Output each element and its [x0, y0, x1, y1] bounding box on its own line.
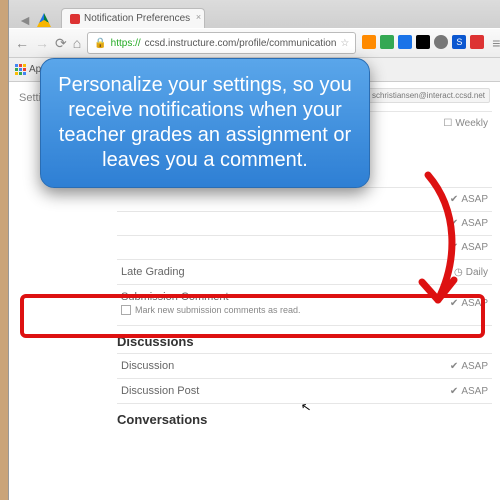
tab-strip: ◄ Notification Preferences ×	[9, 0, 500, 28]
check-icon: ✔	[450, 361, 458, 372]
frequency-label: Daily	[466, 267, 488, 278]
apps-icon	[15, 64, 26, 75]
notification-row-submission-comment: Submission Comment Mark new submission c…	[117, 284, 492, 325]
ext-icon[interactable]	[434, 35, 448, 49]
notification-row-discussion: Discussion ✔ASAP	[117, 353, 492, 378]
frequency-label: ASAP	[461, 386, 488, 397]
email-column-header: schristiansen@interact.ccsd.net	[367, 88, 490, 103]
ext-icon[interactable]	[470, 35, 484, 49]
frequency-label: ASAP	[461, 298, 488, 309]
tab-title: Notification Preferences	[84, 13, 190, 24]
ext-icon[interactable]	[380, 35, 394, 49]
star-icon[interactable]: ☆	[340, 38, 349, 49]
frequency-label: ASAP	[461, 361, 488, 372]
frequency-label: ASAP	[461, 218, 488, 229]
window-controls: ◄	[13, 6, 57, 28]
tab-favicon	[70, 14, 80, 24]
menu-icon[interactable]: ≡	[488, 35, 500, 51]
close-icon[interactable]: ×	[196, 12, 201, 22]
check-icon: ✔	[450, 298, 458, 309]
address-bar: ← → ⟳ ⌂ 🔒 https:// ccsd.instructure.com/p…	[9, 28, 500, 58]
back-button[interactable]: ←	[15, 35, 29, 51]
check-icon: ✔	[450, 194, 458, 205]
ext-icon[interactable]: S	[452, 35, 466, 49]
frequency-cell[interactable]: ◷Daily	[454, 267, 488, 278]
annotation-callout: Personalize your settings, so you receiv…	[40, 58, 370, 188]
frequency-cell[interactable]: ✔ASAP	[450, 386, 488, 397]
row-label: Discussion	[121, 360, 174, 372]
frequency-cell[interactable]: ✔ASAP	[450, 218, 488, 229]
frequency-label: ASAP	[461, 242, 488, 253]
reload-button[interactable]: ⟳	[55, 35, 67, 51]
frequency-cell[interactable]: ✔ASAP	[450, 194, 488, 205]
row-sublabel: Mark new submission comments as read.	[135, 305, 301, 315]
home-button[interactable]: ⌂	[73, 35, 81, 51]
drive-icon[interactable]	[37, 13, 51, 27]
back-icon[interactable]: ◄	[17, 12, 33, 28]
forward-button[interactable]: →	[35, 35, 49, 51]
row-label: Late Grading	[121, 266, 185, 278]
url-scheme: https://	[111, 38, 141, 49]
frequency-label: ASAP	[461, 194, 488, 205]
mark-read-checkbox[interactable]	[121, 305, 131, 315]
url-text: ccsd.instructure.com/profile/communicati…	[145, 38, 337, 49]
frequency-label: Weekly	[455, 118, 488, 129]
extension-icons: S ≡	[362, 35, 500, 51]
ext-icon[interactable]	[362, 35, 376, 49]
browser-tab[interactable]: Notification Preferences ×	[61, 8, 205, 28]
frequency-cell[interactable]: ✔ASAP	[450, 242, 488, 253]
section-discussions: Discussions	[117, 325, 492, 353]
row-label: Discussion Post	[121, 385, 199, 397]
check-icon: ✔	[450, 218, 458, 229]
cursor-icon: ↖	[300, 399, 312, 415]
frequency-cell[interactable]: ✔ASAP	[450, 298, 488, 309]
check-icon: ✔	[450, 242, 458, 253]
row-label: Submission Comment	[121, 291, 301, 303]
notification-row: ✔ASAP	[117, 235, 492, 259]
ext-icon[interactable]	[398, 35, 412, 49]
notification-row-late-grading: Late Grading ◷Daily	[117, 259, 492, 284]
lock-icon: 🔒	[94, 38, 106, 49]
ext-icon[interactable]	[416, 35, 430, 49]
check-icon: ✔	[450, 386, 458, 397]
frequency-cell[interactable]: ☐Weekly	[443, 118, 488, 129]
notification-row: ✔ASAP	[117, 187, 492, 211]
notification-row: ✔ASAP	[117, 211, 492, 235]
clock-icon: ◷	[454, 267, 463, 278]
url-input[interactable]: 🔒 https:// ccsd.instructure.com/profile/c…	[87, 32, 356, 54]
calendar-icon: ☐	[443, 118, 452, 129]
frequency-cell[interactable]: ✔ASAP	[450, 361, 488, 372]
